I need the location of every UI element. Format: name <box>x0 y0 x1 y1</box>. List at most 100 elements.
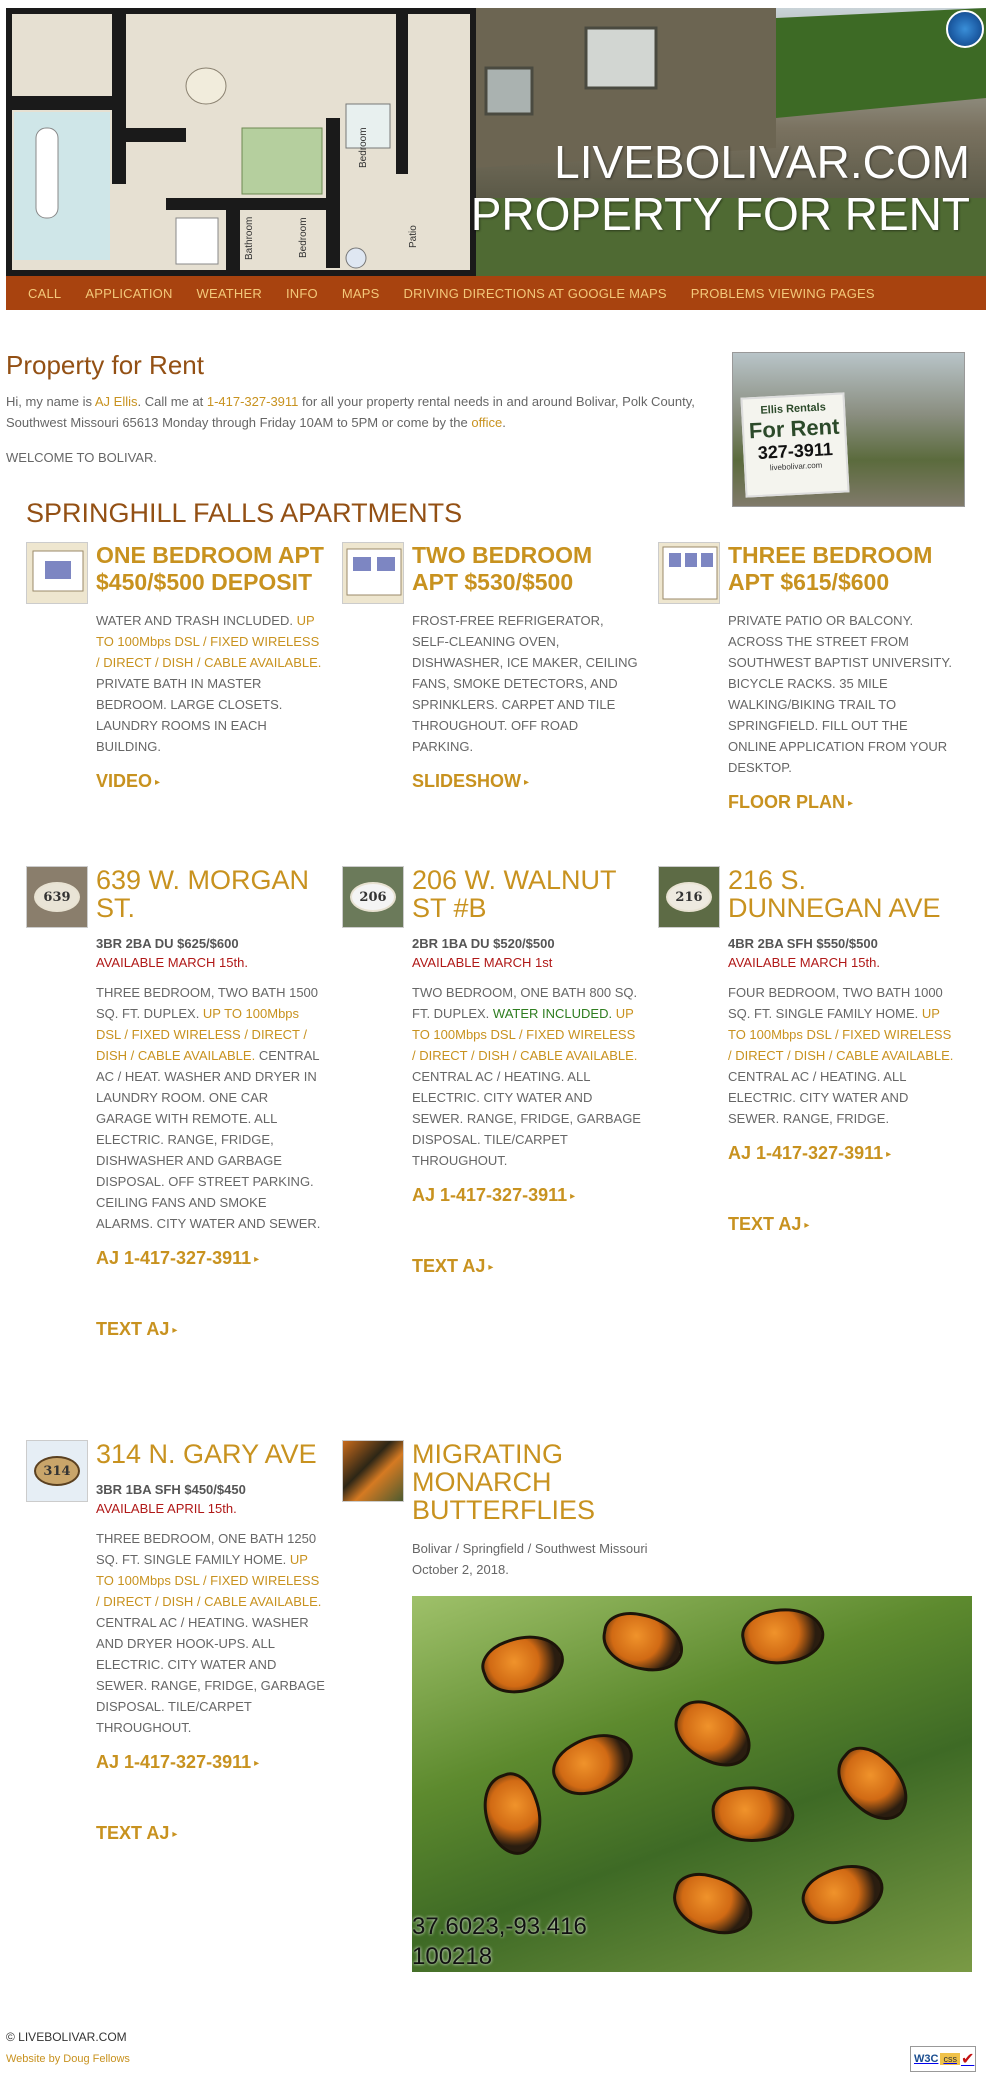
video-link[interactable]: VIDEO ▸ <box>96 771 326 792</box>
intro-text: Hi, my name is <box>6 394 95 409</box>
call-aj-link[interactable]: AJ 1-417-327-3911 ▸ <box>728 1143 958 1164</box>
card-title: 639 W. MORGAN ST. <box>96 865 310 923</box>
link-label: VIDEO <box>96 771 153 791</box>
availability-text: AVAILABLE MARCH 15th. <box>728 955 880 970</box>
svg-text:Bedroom: Bedroom <box>358 127 369 168</box>
house-number-thumbnail: 314 <box>26 1440 88 1502</box>
svg-text:Patio: Patio <box>408 225 419 248</box>
nav-maps[interactable]: MAPS <box>330 286 392 301</box>
butterfly-shape <box>664 1691 762 1777</box>
site-emblem-icon[interactable] <box>946 10 984 48</box>
arrow-right-icon: ▸ <box>172 1828 178 1840</box>
butterfly-caption: Bolivar / Springfield / Southwest Missou… <box>412 1541 648 1577</box>
text-aj-link[interactable]: TEXT AJ ▸ <box>96 1823 326 1844</box>
butterfly-shape <box>709 1782 797 1846</box>
butterfly-thumbnail <box>342 1440 404 1502</box>
desc-text: FOUR BEDROOM, TWO BATH 1000 SQ. FT. SING… <box>728 985 943 1021</box>
nav-problems-viewing[interactable]: PROBLEMS VIEWING PAGES <box>679 286 887 301</box>
card-summary: 3BR 2BA DU $625/$600 <box>96 936 239 951</box>
link-label: AJ 1-417-327-3911 <box>728 1143 884 1163</box>
apartment-thumbnail <box>26 542 88 604</box>
link-label: TEXT AJ <box>96 1823 170 1843</box>
office-link[interactable]: office <box>471 415 502 430</box>
arrow-right-icon: ▸ <box>804 1219 810 1231</box>
text-aj-link[interactable]: TEXT AJ ▸ <box>96 1319 326 1340</box>
svg-text:Bathroom: Bathroom <box>244 217 255 260</box>
w3c-css-badge[interactable]: W3C css ✔ <box>910 2046 976 2072</box>
floor-plan-link[interactable]: FLOOR PLAN ▸ <box>728 792 958 813</box>
arrow-right-icon: ▸ <box>524 776 530 788</box>
arrow-right-icon: ▸ <box>848 797 854 809</box>
checkmark-icon: ✔ <box>960 2051 975 2068</box>
link-label: TEXT AJ <box>412 1256 486 1276</box>
house-number-thumbnail: 639 <box>26 866 88 928</box>
call-aj-link[interactable]: AJ 1-417-327-3911 ▸ <box>412 1185 642 1206</box>
nav-driving-directions[interactable]: DRIVING DIRECTIONS AT GOOGLE MAPS <box>391 286 678 301</box>
welcome-text: WELCOME TO BOLIVAR. <box>6 450 157 465</box>
desc-text: CENTRAL AC / HEATING. ALL ELECTRIC. CITY… <box>728 1069 909 1126</box>
arrow-right-icon: ▸ <box>172 1324 178 1336</box>
card-title: 216 S. DUNNEGAN AVE <box>728 865 941 923</box>
copyright-text: © LIVEBOLIVAR.COM <box>6 2030 127 2044</box>
house-number-plaque: 314 <box>34 1456 80 1486</box>
card-summary: 4BR 2BA SFH $550/$500 <box>728 936 878 951</box>
text-aj-link[interactable]: TEXT AJ ▸ <box>412 1256 642 1277</box>
link-label: AJ 1-417-327-3911 <box>96 1752 252 1772</box>
css-text: css <box>940 2053 960 2065</box>
site-title: LIVEBOLIVAR.COM PROPERTY FOR RENT <box>471 136 970 240</box>
house-number-thumbnail: 206 <box>342 866 404 928</box>
house-number-plaque: 639 <box>34 882 80 912</box>
nav-call[interactable]: CALL <box>16 286 73 301</box>
butterfly-shape <box>666 1866 760 1942</box>
card-summary: 3BR 1BA SFH $450/$450 <box>96 1482 246 1497</box>
site-footer: © LIVEBOLIVAR.COM Website by Doug Fellow… <box>6 2030 986 2065</box>
card-title: ONE BEDROOM APT $450/$500 DEPOSIT <box>96 542 324 595</box>
card-description: FOUR BEDROOM, TWO BATH 1000 SQ. FT. SING… <box>728 982 958 1129</box>
nav-weather[interactable]: WEATHER <box>185 286 274 301</box>
arrow-right-icon: ▸ <box>155 776 161 788</box>
link-label: AJ 1-417-327-3911 <box>412 1185 568 1205</box>
slideshow-link[interactable]: SLIDESHOW ▸ <box>412 771 642 792</box>
text-aj-link[interactable]: TEXT AJ ▸ <box>728 1214 958 1235</box>
nav-application[interactable]: APPLICATION <box>73 286 184 301</box>
for-rent-sign: Ellis Rentals For Rent 327-3911 liveboli… <box>740 392 850 498</box>
card-title: 314 N. GARY AVE <box>96 1439 317 1469</box>
arrow-right-icon: ▸ <box>488 1261 494 1273</box>
link-label: TEXT AJ <box>96 1319 170 1339</box>
phone-link[interactable]: 1-417-327-3911 <box>207 394 299 409</box>
site-title-line2: PROPERTY FOR RENT <box>470 188 970 240</box>
call-aj-link[interactable]: AJ 1-417-327-3911 ▸ <box>96 1248 326 1269</box>
arrow-right-icon: ▸ <box>254 1253 260 1265</box>
card-description: FROST-FREE REFRIGERATOR, SELF-CLEANING O… <box>412 613 638 754</box>
nav-info[interactable]: INFO <box>274 286 330 301</box>
w3c-text: W3C <box>914 2053 939 2065</box>
website-credit-link[interactable]: Website by Doug Fellows <box>6 2053 130 2065</box>
card-summary: 2BR 1BA DU $520/$500 <box>412 936 555 951</box>
arrow-right-icon: ▸ <box>886 1148 892 1160</box>
desc-text: THREE BEDROOM, ONE BATH 1250 SQ. FT. SIN… <box>96 1531 317 1567</box>
house-number-thumbnail: 216 <box>658 866 720 928</box>
main-nav: CALL APPLICATION WEATHER INFO MAPS DRIVI… <box>6 276 986 310</box>
apartment-thumbnail <box>658 542 720 604</box>
card-description: THREE BEDROOM, ONE BATH 1250 SQ. FT. SIN… <box>96 1528 326 1738</box>
arrow-right-icon: ▸ <box>570 1190 576 1202</box>
availability-text: AVAILABLE MARCH 15th. <box>96 955 248 970</box>
page-title: Property for Rent <box>6 350 204 380</box>
intro-paragraph: Hi, my name is AJ Ellis. Call me at 1-41… <box>6 391 706 433</box>
desc-text: CENTRAL AC / HEATING. ALL ELECTRIC. CITY… <box>412 1069 641 1168</box>
link-label: TEXT AJ <box>728 1214 802 1234</box>
svg-text:Bedroom: Bedroom <box>298 217 309 258</box>
monarch-butterfly-photo: 37.6023,-93.416 100218 <box>412 1596 972 1972</box>
butterfly-title: MIGRATING MONARCH BUTTERFLIES <box>412 1439 596 1525</box>
availability-text: AVAILABLE MARCH 1st <box>412 955 553 970</box>
for-rent-sign-photo: Ellis Rentals For Rent 327-3911 liveboli… <box>732 352 965 507</box>
name-link[interactable]: AJ Ellis <box>95 394 138 409</box>
link-label: SLIDESHOW <box>412 771 522 791</box>
arrow-right-icon: ▸ <box>254 1757 260 1769</box>
coords-line: 100218 <box>412 1943 493 1970</box>
call-aj-link[interactable]: AJ 1-417-327-3911 ▸ <box>96 1752 326 1773</box>
butterfly-shape <box>737 1600 829 1672</box>
coords-line: 37.6023,-93.416 <box>412 1913 587 1940</box>
intro-text: . <box>502 415 506 430</box>
site-header: Bedroom Bathroom Patio Bedroom LIVEBOLIV… <box>6 8 986 276</box>
